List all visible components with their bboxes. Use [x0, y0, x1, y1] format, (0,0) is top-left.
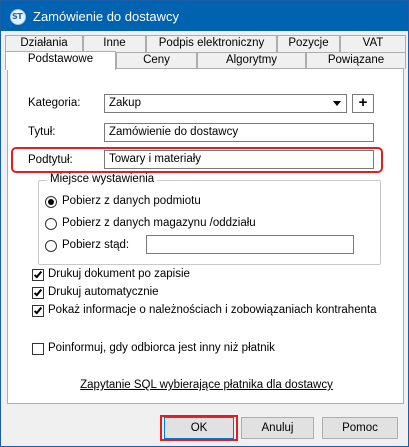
pokaz-naleznosci-label[interactable]: Pokaż informacje o należnościach i zobow…: [48, 304, 377, 316]
tab-vat[interactable]: VAT: [340, 35, 406, 52]
drukuj-po-zapisie-label[interactable]: Drukuj dokument po zapisie: [48, 268, 190, 280]
tab-inne[interactable]: Inne: [83, 35, 146, 52]
checkmark-icon: [33, 269, 43, 279]
podtytul-field[interactable]: Towary i materiały: [104, 150, 374, 169]
pobierz-stad-field[interactable]: [146, 235, 354, 254]
tytul-label: Tytuł:: [28, 126, 56, 138]
podtytul-label: Podtytuł:: [28, 154, 73, 166]
kategoria-select[interactable]: Zakup: [104, 94, 347, 113]
tab-algorytmy[interactable]: Algorytmy: [197, 52, 306, 69]
add-kategoria-button[interactable]: +: [352, 94, 374, 113]
radio-pobierz-stad-label[interactable]: Pobierz stąd:: [62, 239, 129, 251]
title-bar[interactable]: ST Zamówienie do dostawcy: [1, 1, 408, 31]
radio-pobierz-stad[interactable]: [45, 240, 57, 252]
miejsce-wystawienia-group: Miejsce wystawienia Pobierz z danych pod…: [38, 173, 381, 265]
drukuj-automatycznie-checkbox[interactable]: [32, 287, 44, 299]
ok-button[interactable]: OK: [164, 417, 234, 439]
cancel-button[interactable]: Anuluj: [241, 417, 314, 439]
help-button[interactable]: Pomoc: [322, 417, 398, 439]
tab-podpis-elektroniczny[interactable]: Podpis elektroniczny: [146, 35, 277, 52]
checkmark-icon: [33, 305, 43, 315]
radio-dane-podmiotu[interactable]: [45, 196, 57, 208]
poinformuj-checkbox[interactable]: [32, 343, 44, 355]
sql-platnik-link[interactable]: Zapytanie SQL wybierające płatnika dla d…: [8, 379, 405, 391]
poinformuj-label[interactable]: Poinformuj, gdy odbiorca jest inny niż p…: [48, 342, 275, 354]
drukuj-po-zapisie-checkbox[interactable]: [32, 269, 44, 281]
pokaz-naleznosci-checkbox[interactable]: [32, 305, 44, 317]
drukuj-automatycznie-label[interactable]: Drukuj automatycznie: [48, 286, 159, 298]
radio-dane-magazynu-label[interactable]: Pobierz z danych magazynu /oddziału: [62, 217, 256, 229]
radio-selected-dot: [48, 199, 54, 205]
radio-dane-podmiotu-label[interactable]: Pobierz z danych podmiotu: [62, 195, 201, 207]
checkmark-icon: [33, 287, 43, 297]
tab-dzialania[interactable]: Działania: [5, 35, 83, 52]
tab-ceny[interactable]: Ceny: [116, 52, 197, 69]
tab-panel-podstawowe: Kategoria: Zakup + Tytuł: Zamówienie do …: [7, 68, 404, 404]
kategoria-label: Kategoria:: [28, 97, 81, 109]
chevron-down-icon: [333, 101, 341, 106]
tab-powiazane[interactable]: Powiązane: [306, 52, 406, 69]
tab-row-back: Działania Inne Podpis elektroniczny Pozy…: [5, 35, 406, 52]
app-logo-icon: ST: [10, 9, 26, 25]
dialog-window: ST Zamówienie do dostawcy Działania Inne…: [0, 0, 409, 447]
tab-podstawowe[interactable]: Podstawowe: [5, 51, 116, 70]
radio-dane-magazynu[interactable]: [45, 218, 57, 230]
tab-pozycje[interactable]: Pozycje: [277, 35, 340, 52]
kategoria-value: Zakup: [109, 97, 141, 109]
tab-row-front: Podstawowe Ceny Algorytmy Powiązane: [5, 51, 406, 70]
miejsce-wystawienia-title: Miejsce wystawienia: [47, 173, 158, 185]
tytul-field[interactable]: Zamówienie do dostawcy: [104, 123, 374, 142]
window-title: Zamówienie do dostawcy: [33, 9, 179, 24]
